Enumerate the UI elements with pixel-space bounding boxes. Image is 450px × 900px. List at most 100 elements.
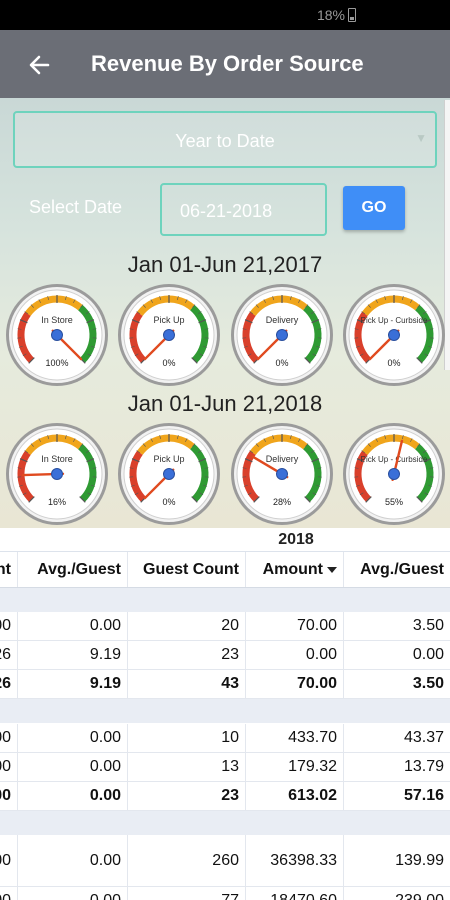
table-total-row[interactable]: 00 0.00 23 613.02 57.16 <box>0 782 450 811</box>
gauge-delivery-2018: Delivery 28% <box>229 421 335 527</box>
app-bar: Revenue By Order Source <box>0 30 450 98</box>
group-separator <box>0 699 450 723</box>
table-cell: 57.16 <box>403 787 444 804</box>
gauge-delivery-2017: Delivery 0% <box>229 282 335 388</box>
gauge-hub <box>163 468 175 480</box>
go-button[interactable]: GO <box>343 186 405 230</box>
table-cell: 77 <box>128 887 246 900</box>
gauge-label: Pick Up <box>153 454 184 464</box>
year-header: 2018 <box>0 528 450 552</box>
gauge-value: 0% <box>162 497 175 507</box>
table-cell: 0.00 <box>18 835 128 886</box>
column-header[interactable]: Avg./Guest <box>344 552 450 587</box>
gauge-pick-up-2018: Pick Up 0% <box>116 421 222 527</box>
table-cell: 23 <box>128 782 246 810</box>
table-cell: 433.70 <box>246 724 344 752</box>
chevron-down-icon: ▼ <box>415 131 427 145</box>
gauge-hub <box>388 468 400 480</box>
table-row[interactable]: 00 0.00 260 36398.33 139.99 <box>0 835 450 887</box>
gauge-value: 16% <box>48 497 66 507</box>
table-cell: 9.19 <box>18 641 128 669</box>
table-cell: 43 <box>128 670 246 698</box>
table-cell: 10 <box>128 724 246 752</box>
gauge-value: 100% <box>45 358 68 368</box>
table-cell: 0.00 <box>412 646 444 663</box>
table-cell: 00 <box>0 612 18 640</box>
table-cell: 00 <box>0 753 18 781</box>
gauge-label: Delivery <box>266 454 299 464</box>
page-title: Revenue By Order Source <box>91 51 364 76</box>
gauge-dial: Delivery 0% <box>231 284 333 386</box>
group-separator <box>0 811 450 835</box>
gauge-hub <box>163 329 175 341</box>
gauge-label: Delivery <box>266 315 299 325</box>
table-cell: 18470.60 <box>246 887 344 900</box>
date-field[interactable]: 06-21-2018 <box>160 183 327 236</box>
period-select[interactable]: Year to Date ▼ <box>13 111 437 168</box>
column-header[interactable]: Avg./Guest <box>18 552 128 587</box>
table-row[interactable]: 00 0.00 13 179.32 13.79 <box>0 753 450 782</box>
table-cell: 00 <box>0 887 18 900</box>
table-cell: 139.99 <box>395 851 444 869</box>
table-cell: 26 <box>0 670 18 698</box>
table-cell: 13.79 <box>403 758 444 775</box>
column-header[interactable]: nt <box>0 552 18 587</box>
table-cell: 13 <box>128 753 246 781</box>
gauge-dial: Pick Up 0% <box>118 284 220 386</box>
table-cell: 0.00 <box>18 612 128 640</box>
gauge-dial: Pick Up - Curbside 0% <box>343 284 445 386</box>
date-field-value: 06-21-2018 <box>180 201 273 221</box>
gauge-hub <box>388 329 400 341</box>
gauge-dial: In Store 100% <box>6 284 108 386</box>
table-cell: 20 <box>128 612 246 640</box>
period-heading-2017: Jan 01-Jun 21,2017 <box>127 252 323 277</box>
table-cell: 70.00 <box>246 612 344 640</box>
battery-indicator: 18% <box>317 7 356 23</box>
table-cell: 0.00 <box>246 641 344 669</box>
gauge-value: 55% <box>385 497 403 507</box>
gauge-hub <box>276 329 288 341</box>
battery-level: 18% <box>316 7 345 23</box>
table-cell: 3.50 <box>412 675 444 692</box>
status-bar: 18% <box>0 0 450 30</box>
gauge-curbside-2017: Pick Up - Curbside 0% <box>341 282 447 388</box>
table-cell: 179.32 <box>246 753 344 781</box>
table-cell: 0.00 <box>18 887 128 900</box>
table-cell: 23 <box>128 641 246 669</box>
table-cell: 0.00 <box>18 753 128 781</box>
gauge-in-store-2017: In Store 100% <box>4 282 110 388</box>
gauge-dial: Pick Up - Curbside 55% <box>343 423 445 525</box>
revenue-table[interactable]: 2018 nt Avg./Guest Guest Count Amount Av… <box>0 528 450 900</box>
arrow-back-icon <box>29 55 50 75</box>
table-cell: 260 <box>128 835 246 886</box>
table-row[interactable]: 00 0.00 77 18470.60 239.00 <box>0 887 450 900</box>
gauge-label: In Store <box>41 454 73 464</box>
gauge-hub <box>51 329 63 341</box>
gauge-label: Pick Up <box>153 315 184 325</box>
gauge-label: Pick Up - Curbside <box>361 316 428 325</box>
year-label: 2018 <box>278 531 314 548</box>
period-heading-2018: Jan 01-Jun 21,2018 <box>127 391 323 416</box>
column-header[interactable]: Guest Count <box>128 552 246 587</box>
table-row[interactable]: 26 9.19 23 0.00 0.00 <box>0 641 450 670</box>
table-total-row[interactable]: 26 9.19 43 70.00 3.50 <box>0 670 450 699</box>
table-cell: 70.00 <box>246 670 344 698</box>
gauge-pick-up-2017: Pick Up 0% <box>116 282 222 388</box>
sort-desc-icon <box>327 566 337 573</box>
column-header-amount[interactable]: Amount <box>246 552 344 587</box>
table-row[interactable]: 00 0.00 20 70.00 3.50 <box>0 612 450 641</box>
period-select-value: Year to Date <box>175 131 275 151</box>
gauge-hub <box>276 468 288 480</box>
back-button[interactable] <box>22 48 56 82</box>
select-date-label: Select Date <box>29 197 123 217</box>
gauge-dial: In Store 16% <box>6 423 108 525</box>
gauge-value: 0% <box>387 358 400 368</box>
table-cell: 00 <box>0 724 18 752</box>
gauge-value: 28% <box>273 497 291 507</box>
table-cell: 0.00 <box>18 782 128 810</box>
table-row[interactable]: 00 0.00 10 433.70 43.37 <box>0 724 450 753</box>
group-separator <box>0 588 450 612</box>
gauge-value: 0% <box>275 358 288 368</box>
gauge-dial: Delivery 28% <box>231 423 333 525</box>
table-cell: 26 <box>0 641 18 669</box>
